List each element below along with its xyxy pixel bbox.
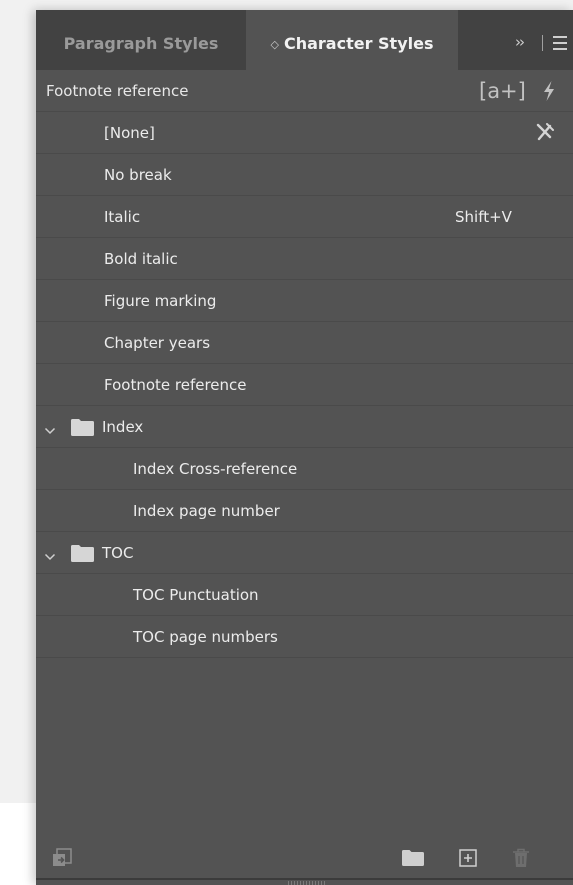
style-label: Bold italic — [104, 250, 178, 268]
list-item[interactable]: Italic Shift+V — [36, 196, 573, 238]
style-label: Chapter years — [104, 334, 211, 352]
style-label: Footnote reference — [104, 376, 247, 394]
list-item[interactable]: TOC page numbers — [36, 616, 573, 658]
panel-menu-icon[interactable] — [553, 36, 567, 54]
style-label: TOC page numbers — [133, 628, 278, 646]
panel-bottom-edge — [36, 878, 573, 880]
list-item[interactable]: [None] — [36, 112, 573, 154]
tab-character-styles-label: Character Styles — [283, 34, 434, 53]
style-label: Index page number — [133, 502, 280, 520]
style-label: [None] — [104, 124, 155, 142]
list-item[interactable]: TOC Punctuation — [36, 574, 573, 616]
new-style-override-icon[interactable]: [a+] — [479, 79, 526, 103]
panel-footer — [36, 827, 573, 885]
list-item[interactable]: Index Cross-reference — [36, 448, 573, 490]
character-styles-panel: Paragraph Styles ◇ Character Styles ›› Fo… — [36, 10, 573, 885]
list-item[interactable]: No break — [36, 154, 573, 196]
list-item[interactable]: Figure marking — [36, 280, 573, 322]
panel-tab-bar: Paragraph Styles ◇ Character Styles ›› — [36, 10, 573, 70]
lightning-icon[interactable] — [541, 80, 557, 102]
new-group-folder-icon[interactable] — [402, 850, 424, 870]
collapse-panel-icon[interactable]: ›› — [515, 34, 525, 50]
style-label: Figure marking — [104, 292, 217, 310]
style-label: No break — [104, 166, 172, 184]
style-group-row[interactable]: TOC — [36, 532, 573, 574]
load-styles-icon[interactable] — [52, 848, 72, 872]
clear-overrides-icon[interactable] — [534, 123, 556, 143]
delete-icon[interactable] — [512, 848, 530, 872]
tab-character-styles[interactable]: ◇ Character Styles — [246, 10, 458, 70]
tab-paragraph-styles[interactable]: Paragraph Styles — [36, 10, 246, 70]
chevron-down-icon[interactable] — [44, 421, 56, 435]
list-item[interactable]: Index page number — [36, 490, 573, 532]
new-style-icon[interactable] — [459, 849, 477, 871]
styles-list: [None] No break Italic Shift+V Bold ital… — [36, 112, 573, 658]
list-item[interactable]: Bold italic — [36, 238, 573, 280]
style-label: Italic — [104, 208, 141, 226]
style-shortcut: Shift+V — [455, 208, 512, 226]
list-item[interactable]: Footnote reference — [36, 364, 573, 406]
current-style-row: Footnote reference [a+] — [36, 70, 573, 112]
style-group-label: Index — [102, 418, 144, 436]
chevron-down-icon[interactable] — [44, 547, 56, 561]
panel-tab-tools: ›› — [493, 10, 573, 70]
resize-grip[interactable] — [288, 881, 326, 885]
style-group-row[interactable]: Index — [36, 406, 573, 448]
style-label: TOC Punctuation — [133, 586, 259, 604]
tab-stepper-icon: ◇ — [270, 38, 279, 51]
style-label: Index Cross-reference — [133, 460, 298, 478]
tab-divider — [542, 35, 543, 51]
folder-icon — [71, 545, 94, 562]
list-item[interactable]: Chapter years — [36, 322, 573, 364]
folder-icon — [71, 419, 94, 436]
current-style-name: Footnote reference — [46, 82, 189, 100]
style-group-label: TOC — [102, 544, 134, 562]
